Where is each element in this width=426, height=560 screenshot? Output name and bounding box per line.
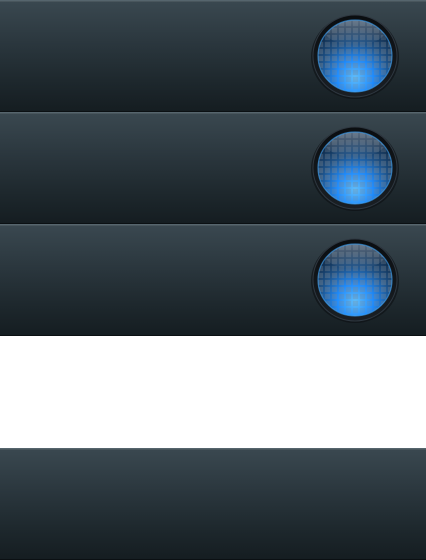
panel-row-1: [0, 0, 426, 112]
empty-gap: [0, 336, 426, 448]
globe-grid-icon: [311, 126, 399, 211]
orb-button-3[interactable]: [310, 237, 400, 323]
panel-row-4: [0, 448, 426, 560]
panel-stack: [0, 0, 426, 560]
globe-grid-icon: [311, 14, 399, 99]
panel-row-3: [0, 224, 426, 336]
panel-row-2: [0, 112, 426, 224]
orb-button-1[interactable]: [310, 13, 400, 99]
globe-grid-icon: [311, 238, 399, 323]
orb-button-2[interactable]: [310, 125, 400, 211]
